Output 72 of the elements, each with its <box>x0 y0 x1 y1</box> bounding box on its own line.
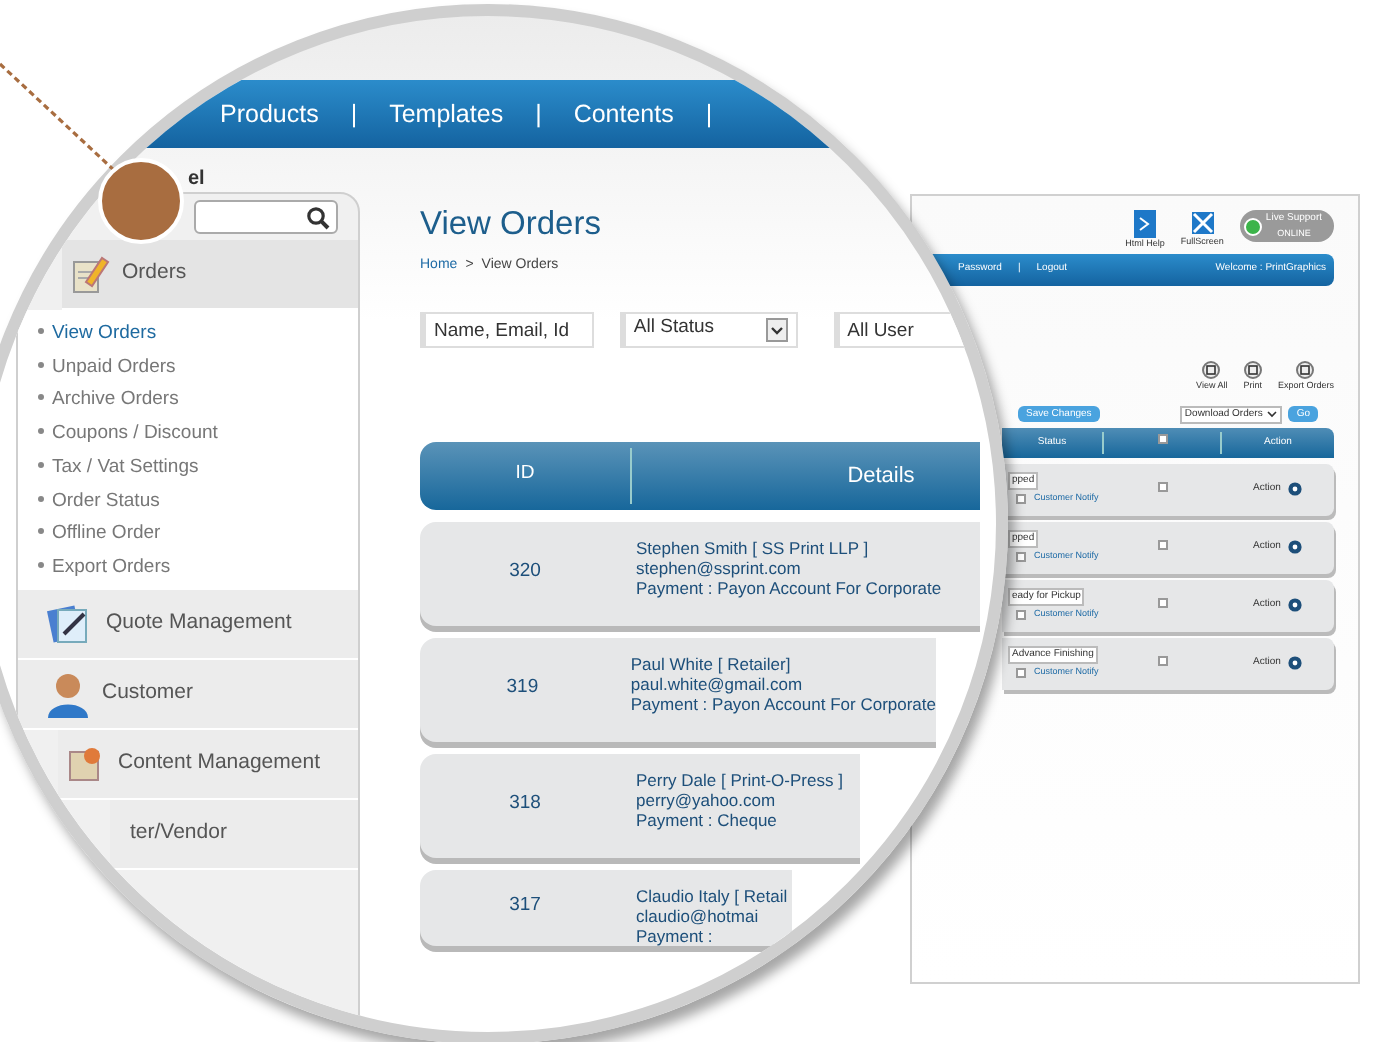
table-row[interactable]: 320 Stephen Smith [ SS Print LLP ] stephen@ssprint.com Payment : Payon Account For Corporate <box>420 521 980 625</box>
sidebar-link[interactable]: View Orders <box>52 322 157 344</box>
order-id: 320 <box>507 558 543 587</box>
bullet-icon <box>38 528 44 535</box>
row-checkbox[interactable] <box>1157 655 1167 665</box>
order-id: 318 <box>507 790 543 819</box>
sidebar-section[interactable]: Content Management <box>58 729 358 800</box>
code-file-icon[interactable] <box>1134 210 1157 238</box>
bullet-icon <box>38 428 44 435</box>
sidebar-link[interactable]: Unpaid Orders <box>52 355 176 378</box>
sidebar-link[interactable]: Archive Orders <box>52 388 179 411</box>
page-title: View Orders <box>420 204 603 244</box>
sidebar-link[interactable]: Tax / Vat Settings <box>52 455 199 478</box>
sidebar-link[interactable]: Coupons / Discount <box>52 422 218 445</box>
status-dropdown[interactable]: All Status <box>619 311 798 347</box>
bullet-icon <box>38 361 44 368</box>
notepad-pencil-icon <box>70 252 110 296</box>
table-row[interactable]: 319 Paul White [ Retailer] paul.white@gmail.com Payment : Payon Account For Corporate <box>420 637 936 741</box>
search-field[interactable]: Name, Email, Id <box>420 311 594 347</box>
notify-checkbox[interactable] <box>1016 610 1026 621</box>
order-detail: Payment : <box>636 925 715 945</box>
content-icon <box>66 743 106 784</box>
notify-checkbox[interactable] <box>1016 552 1026 563</box>
order-detail: perry@yahoo.com <box>636 789 778 809</box>
sidebar-link[interactable]: Order Status <box>52 489 160 512</box>
bullet-icon <box>38 394 44 401</box>
order-detail: paul.white@gmail.com <box>630 673 805 693</box>
nav-link[interactable]: Templates <box>389 95 504 133</box>
bullet-icon <box>38 495 44 501</box>
nav-separator: | <box>705 97 713 132</box>
order-detail: Payment : Payon Account For Corporate <box>636 577 942 597</box>
order-detail: stephen@ssprint.com <box>636 557 803 577</box>
order-detail: Stephen Smith [ SS Print LLP ] <box>636 537 871 557</box>
bullet-icon <box>38 461 44 468</box>
sidebar-section[interactable]: Customer <box>18 659 358 730</box>
order-detail: Payment : Payon Account For Corporate <box>630 693 936 713</box>
chevron-down-icon <box>1266 408 1279 421</box>
table-row[interactable]: 318 Perry Dale [ Print-O-Press ] perry@yahoo.com Payment : Cheque <box>420 753 860 857</box>
order-id: 319 <box>504 674 541 703</box>
row-checkbox[interactable] <box>1157 539 1167 549</box>
search-field[interactable] <box>194 200 338 234</box>
order-detail: Claudio Italy [ Retail <box>636 885 788 905</box>
select-all-checkbox[interactable] <box>1157 433 1167 444</box>
sidebar-section[interactable]: ter/Vendor <box>110 799 358 870</box>
nav-separator: | <box>350 97 358 132</box>
sidebar-link[interactable]: Export Orders <box>52 555 171 578</box>
bullet-icon <box>38 561 44 568</box>
order-id: 317 <box>507 892 543 921</box>
search-icon[interactable] <box>306 205 330 229</box>
status-icon <box>1243 217 1262 236</box>
nav-separator: | <box>535 97 542 132</box>
row-checkbox[interactable] <box>1157 481 1167 491</box>
table-row[interactable]: 317 Claudio Italy [ Retail claudio@hotmai Payment : <box>420 869 792 945</box>
sidebar-section[interactable]: Orders <box>62 240 358 310</box>
bullet-icon <box>38 327 44 334</box>
panel-label: el <box>188 166 207 192</box>
order-detail: claudio@hotmai <box>636 905 761 925</box>
fullscreen-icon[interactable] <box>1189 210 1216 236</box>
notify-checkbox[interactable] <box>1016 494 1026 505</box>
order-detail: Payment : Cheque <box>636 809 779 829</box>
column-header: Details <box>630 447 980 503</box>
nav-link[interactable]: Contents <box>573 95 674 133</box>
nav-link[interactable]: Products <box>220 95 319 133</box>
person-icon <box>46 669 90 718</box>
chevron-down-icon <box>765 317 788 341</box>
row-checkbox[interactable] <box>1157 597 1167 607</box>
column-header: ID <box>513 460 537 489</box>
sidebar-section[interactable]: Quote Management <box>18 589 358 660</box>
order-detail: Perry Dale [ Print-O-Press ] <box>636 769 843 789</box>
sidebar-link[interactable]: Offline Order <box>52 522 161 545</box>
order-detail: Paul White [ Retailer] <box>630 653 793 673</box>
notify-checkbox[interactable] <box>1016 668 1026 679</box>
